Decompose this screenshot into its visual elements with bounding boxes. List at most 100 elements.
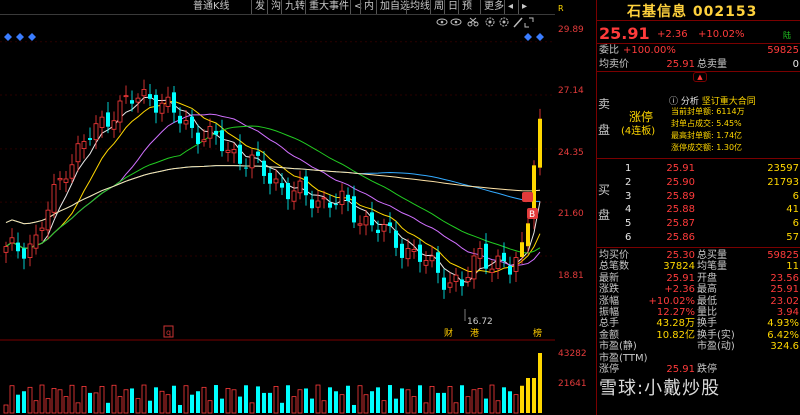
candle [69,164,75,179]
candle [465,276,471,283]
eye-icon[interactable] [450,18,462,26]
kline-svg[interactable]: 29.89 16.72 q 财 港 榜 B 43282 21641 [0,15,555,415]
volume-bar [508,391,512,413]
candle [220,130,224,152]
volume-bar [135,398,141,414]
scroll-right-button[interactable]: ▸ [518,0,530,14]
candle [172,92,176,113]
vol-tick-label: 43282 [558,349,587,359]
volume-bar [159,390,165,414]
volume-bar [207,400,213,414]
bid-volume: 41 [786,204,799,216]
candle [423,260,429,266]
volume-bar [63,396,69,414]
info-line: 最高封单额: 1.74亿 [671,131,743,140]
candle [339,190,345,205]
candle [477,248,483,259]
candle [321,197,327,200]
candle [436,252,440,273]
volume-bar [130,388,134,413]
gear-icon[interactable] [485,17,495,27]
candle [3,246,9,253]
fa-button[interactable]: 发 [251,0,268,14]
kline-type-button[interactable]: 普通K线 [190,0,233,14]
price-change-pct: +10.02% [698,29,745,40]
buy-marker[interactable]: B [529,210,535,220]
y-tick-label: 27.14 [558,86,584,96]
list-marker[interactable]: 榜 [533,327,542,339]
volume-bar [436,392,440,413]
bid-row[interactable]: 2 25.90 21793 [597,176,800,189]
volume-bar [304,388,308,413]
candle [190,116,194,128]
candle [297,180,303,194]
bid-price: 25.86 [666,232,695,243]
corner-label: R [558,4,564,13]
bid-row[interactable]: 3 25.89 6 [597,190,800,203]
finance-marker[interactable]: 财 [444,327,453,339]
bid-row[interactable]: 5 25.87 6 [597,217,800,230]
volume-bar [172,385,176,413]
wrench-icon[interactable] [513,17,523,28]
candle [51,184,57,213]
candle [453,274,459,282]
ma-button[interactable]: 均线 [406,0,433,14]
q-marker[interactable]: q [166,328,171,337]
jiuzhuan-button[interactable]: 九转 [281,0,308,14]
bid-row[interactable]: 6 25.86 57 [597,231,800,244]
y-tick-label: 21.60 [558,209,584,219]
bid-level: 3 [625,190,632,202]
candle [39,227,45,231]
bid-row[interactable]: 4 25.88 41 [597,203,800,216]
candle [16,242,20,252]
ma5-line [5,96,541,283]
bid-price: 25.91 [666,163,695,174]
candle [352,196,356,223]
y-tick-label: 18.81 [558,271,584,281]
candle [394,230,398,248]
volume-bar [45,398,51,414]
candle [262,160,266,176]
y-tick-label: 24.35 [558,148,584,158]
volume-bar [262,392,266,413]
candle [484,243,488,269]
edit-marker-icon[interactable] [522,192,533,202]
scissors-icon[interactable] [467,17,479,27]
major-events-button[interactable]: 重大事件 [305,0,352,14]
candle [291,190,297,202]
forecast-button[interactable]: 预 [458,0,475,14]
candle [159,102,165,114]
total-sell-label: 总卖量 [697,59,727,70]
info-line: 涨停成交额: 1.30亿 [671,143,743,152]
more-button[interactable]: 更多 [480,0,507,14]
expand-icon[interactable] [524,17,534,28]
hk-marker[interactable]: 港 [470,327,479,339]
kline-chart[interactable]: 29.89 16.72 q 财 港 榜 B 43282 21641 [0,15,555,415]
eye-icon[interactable] [436,18,448,26]
volume-bar [123,389,129,414]
volume-bar [346,385,350,413]
bid-row[interactable]: 1 25.91 23597 [597,162,800,175]
last-price: 25.91 [599,24,650,43]
volume-bar [99,386,105,414]
scroll-left-button[interactable]: ◂ [504,0,516,14]
volume-bar [484,398,488,413]
volume-bar [9,385,15,414]
volume-bar [411,396,417,414]
collapse-icon[interactable]: ▲ [693,72,707,82]
candle [135,97,141,103]
candle [346,194,350,202]
candle [268,172,272,184]
gear-icon[interactable] [499,17,509,27]
candle [63,178,69,183]
nei-button[interactable]: 内 [360,0,377,14]
volume-bar [69,384,75,414]
volume-bar [538,353,542,413]
volume-bar [532,378,536,413]
weibi-number: 59825 [767,45,799,56]
candle [178,115,182,124]
volume-bar [93,392,99,414]
bid-volume: 6 [792,190,799,202]
candle [99,116,105,128]
candle [357,223,363,226]
